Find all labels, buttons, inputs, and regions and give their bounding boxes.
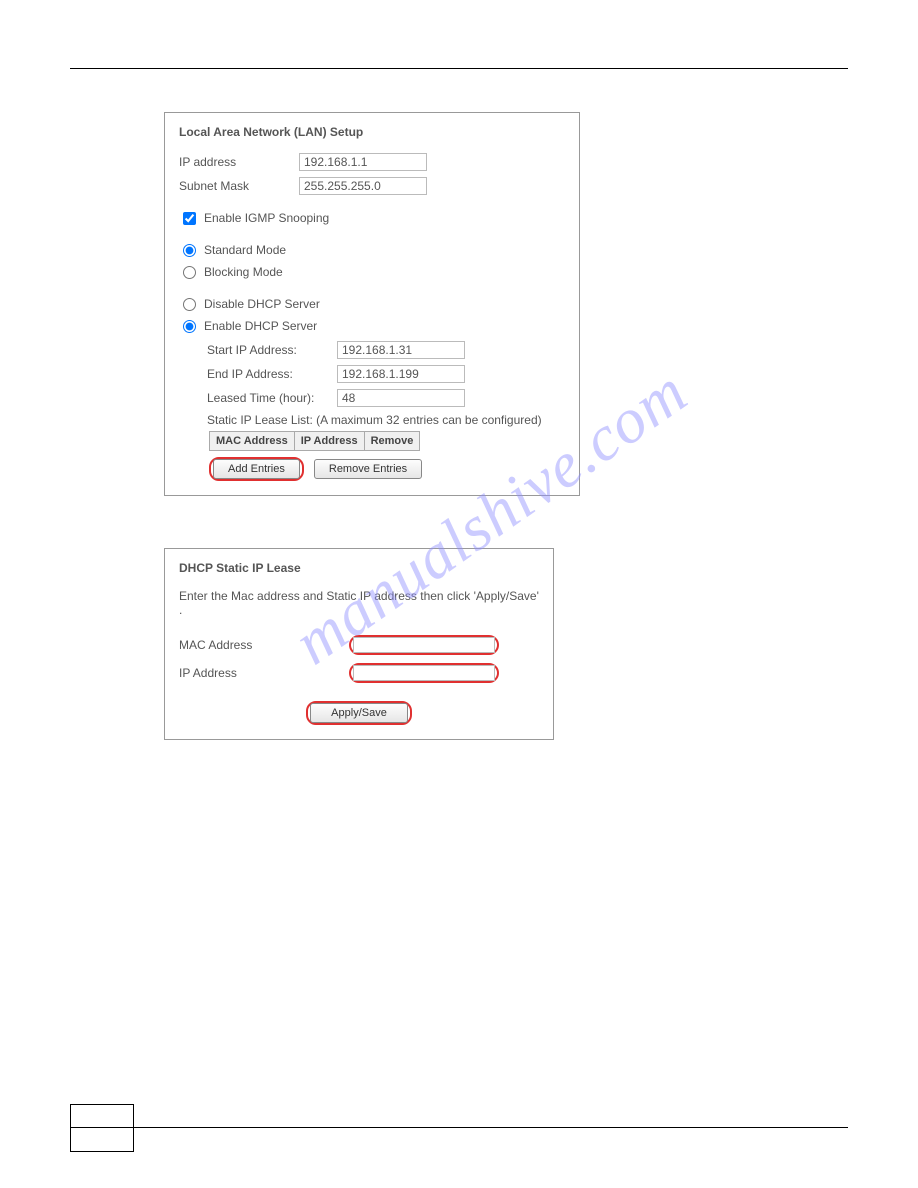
apply-save-highlight: Apply/Save [306, 701, 412, 725]
add-entries-button[interactable]: Add Entries [213, 459, 300, 479]
dhcp-static-lease-panel: DHCP Static IP Lease Enter the Mac addre… [164, 548, 554, 740]
ip-address-label-2: IP Address [179, 666, 349, 680]
igmp-snooping-checkbox[interactable] [183, 212, 196, 225]
subnet-mask-input[interactable] [299, 177, 427, 195]
page-number-box [70, 1104, 134, 1152]
ip-address-input-2[interactable] [353, 665, 495, 681]
end-ip-input[interactable] [337, 365, 465, 383]
ip-address-highlight [349, 663, 499, 683]
start-ip-input[interactable] [337, 341, 465, 359]
ip-address-label: IP address [179, 155, 299, 169]
remove-entries-button[interactable]: Remove Entries [314, 459, 422, 479]
bottom-divider [70, 1127, 848, 1128]
lan-setup-title: Local Area Network (LAN) Setup [179, 125, 565, 139]
start-ip-label: Start IP Address: [207, 343, 337, 357]
disable-dhcp-label: Disable DHCP Server [204, 297, 320, 311]
dhcp-static-lease-title: DHCP Static IP Lease [179, 561, 539, 575]
enable-dhcp-radio[interactable] [183, 320, 196, 333]
standard-mode-label: Standard Mode [204, 243, 286, 257]
lease-table: MAC Address IP Address Remove [209, 431, 420, 451]
enable-dhcp-label: Enable DHCP Server [204, 319, 317, 333]
disable-dhcp-radio[interactable] [183, 298, 196, 311]
leased-time-label: Leased Time (hour): [207, 391, 337, 405]
add-entries-highlight: Add Entries [209, 457, 304, 481]
standard-mode-radio[interactable] [183, 244, 196, 257]
igmp-snooping-label: Enable IGMP Snooping [204, 211, 329, 225]
subnet-mask-label: Subnet Mask [179, 179, 299, 193]
ip-address-input[interactable] [299, 153, 427, 171]
lan-setup-panel: Local Area Network (LAN) Setup IP addres… [164, 112, 580, 496]
mac-address-highlight [349, 635, 499, 655]
apply-save-button[interactable]: Apply/Save [310, 703, 408, 723]
blocking-mode-radio[interactable] [183, 266, 196, 279]
table-header-mac: MAC Address [210, 432, 295, 451]
end-ip-label: End IP Address: [207, 367, 337, 381]
table-header-ip: IP Address [294, 432, 364, 451]
leased-time-input[interactable] [337, 389, 465, 407]
top-divider [70, 68, 848, 69]
dhcp-static-lease-instruction: Enter the Mac address and Static IP addr… [179, 589, 539, 617]
mac-address-input[interactable] [353, 637, 495, 653]
static-lease-note: Static IP Lease List: (A maximum 32 entr… [207, 413, 565, 427]
mac-address-label: MAC Address [179, 638, 349, 652]
blocking-mode-label: Blocking Mode [204, 265, 283, 279]
table-header-remove: Remove [364, 432, 420, 451]
